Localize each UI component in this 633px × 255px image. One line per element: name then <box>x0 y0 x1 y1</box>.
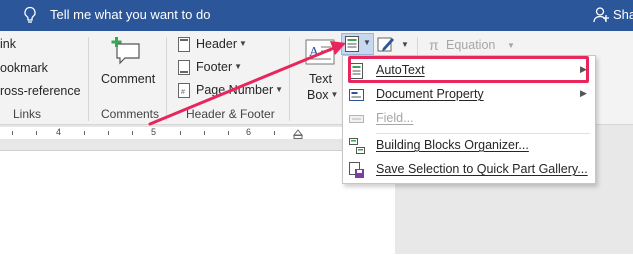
field-icon <box>349 115 364 123</box>
svg-text:A: A <box>309 45 320 60</box>
page-number-icon: # <box>178 83 190 98</box>
svg-text:#: # <box>181 89 185 96</box>
page-number-label: Page Number <box>196 83 274 97</box>
menu-item-label: Save Selection to Quick Part Gallery... <box>376 162 588 176</box>
text-box-icon[interactable]: A <box>305 39 335 65</box>
menu-item-save-selection[interactable]: Save Selection to Quick Part Gallery... <box>343 158 595 182</box>
header-icon <box>178 37 190 52</box>
ruler-track <box>0 127 342 139</box>
save-selection-icon <box>349 162 364 178</box>
text-box-label-box: Box <box>307 88 329 102</box>
footer-label: Footer <box>196 60 233 74</box>
quick-parts-button[interactable]: ▼ <box>341 33 374 55</box>
chevron-down-icon: ▼ <box>363 38 371 47</box>
document-background <box>0 142 395 255</box>
footer-button[interactable]: Footer ▼ <box>196 60 242 74</box>
ruler-tick <box>12 131 13 135</box>
ruler-tick <box>108 131 109 135</box>
ruler-number: 4 <box>56 127 62 137</box>
document-property-icon <box>349 89 364 101</box>
document-page[interactable] <box>0 150 395 255</box>
ruler-tick <box>180 131 181 135</box>
comments-group-label: Comments <box>101 107 160 121</box>
equation-button[interactable]: Equation <box>446 38 495 52</box>
indent-marker-icon[interactable] <box>293 129 303 139</box>
pi-icon: π <box>429 37 439 53</box>
menu-item-label: Building Blocks Organizer... <box>376 138 529 152</box>
group-divider <box>166 37 167 121</box>
ruler-tick <box>36 131 37 135</box>
quick-parts-icon <box>345 36 359 52</box>
group-divider <box>289 37 290 121</box>
building-blocks-icon <box>349 138 365 154</box>
ruler-number: 5 <box>151 127 157 137</box>
menu-item-label: Document Property <box>376 87 484 101</box>
ruler-tick <box>228 131 229 135</box>
header-footer-group-label: Header & Footer <box>186 107 275 121</box>
ruler-tick <box>204 131 205 135</box>
hyperlink-button[interactable]: ink <box>0 37 16 51</box>
menu-item-label: Field... <box>376 111 414 125</box>
footer-icon <box>178 60 190 75</box>
bookmark-button[interactable]: ookmark <box>0 61 48 75</box>
chevron-down-icon: ▼ <box>234 62 243 71</box>
chevron-down-icon: ▼ <box>507 41 515 50</box>
links-group-label: Links <box>13 107 42 121</box>
ruler-tick <box>132 131 133 135</box>
person-share-icon[interactable] <box>593 6 609 24</box>
chevron-down-icon: ▼ <box>275 85 284 94</box>
header-button[interactable]: Header ▼ <box>196 37 247 51</box>
new-comment-icon[interactable] <box>111 35 143 67</box>
text-box-label-2[interactable]: Box ▼ <box>307 88 338 102</box>
chevron-down-icon[interactable]: ▼ <box>401 40 409 49</box>
signature-line-icon[interactable] <box>377 35 395 53</box>
chevron-right-icon: ▶ <box>580 88 587 98</box>
comment-button[interactable]: Comment <box>101 72 155 86</box>
chevron-down-icon: ▼ <box>330 90 339 99</box>
chevron-down-icon: ▼ <box>239 39 247 48</box>
share-label[interactable]: Sha <box>613 7 633 22</box>
tell-me-bar: Tell me what you want to do Sha <box>0 0 633 31</box>
lightbulb-icon[interactable] <box>22 6 38 24</box>
ruler-tick <box>84 131 85 135</box>
horizontal-ruler[interactable]: 4 5 6 <box>0 125 395 142</box>
menu-item-document-property[interactable]: Document Property ▶ <box>343 83 595 107</box>
group-divider <box>88 37 89 121</box>
header-label: Header <box>196 37 237 51</box>
menu-item-building-blocks-organizer[interactable]: Building Blocks Organizer... <box>343 134 595 158</box>
ruler-tick <box>274 131 275 135</box>
tell-me-input[interactable]: Tell me what you want to do <box>50 7 210 22</box>
ruler-number: 6 <box>246 127 252 137</box>
cross-reference-button[interactable]: ross-reference <box>0 84 81 98</box>
text-box-label[interactable]: Text <box>309 72 332 86</box>
menu-item-field[interactable]: Field... <box>343 107 595 131</box>
page-number-button[interactable]: Page Number ▼ <box>196 83 283 97</box>
autotext-highlight-box <box>348 56 589 83</box>
